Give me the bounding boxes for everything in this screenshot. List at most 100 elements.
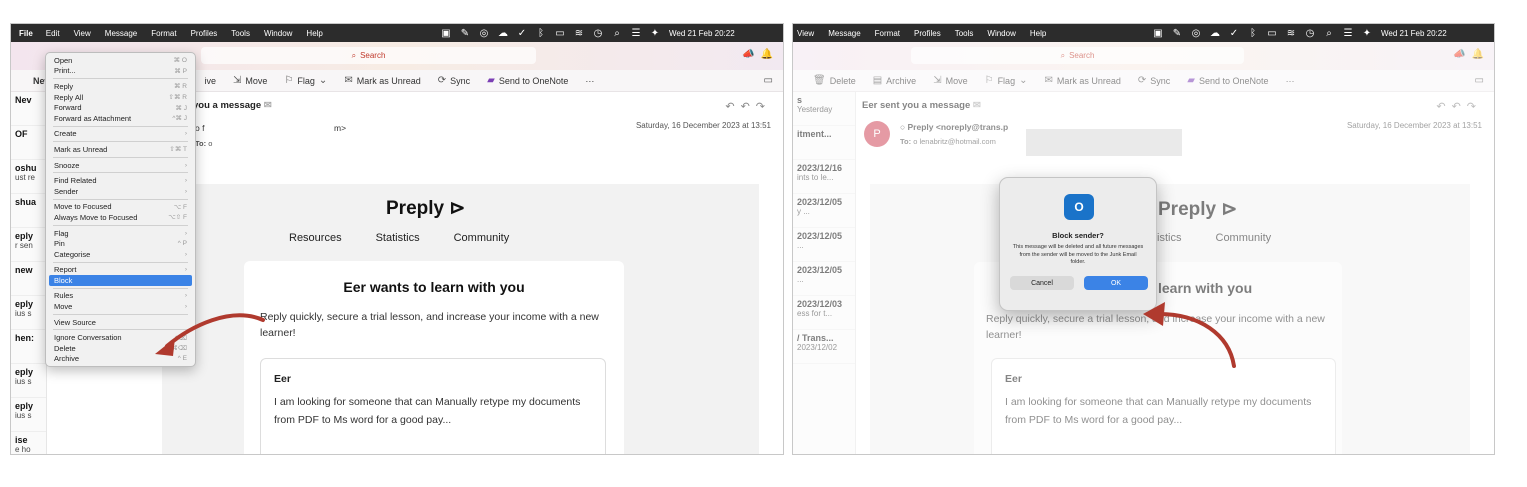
- profiles-menu[interactable]: Profiles: [907, 29, 948, 38]
- archive-button[interactable]: ive: [205, 76, 217, 86]
- menu-item-report[interactable]: Report ›: [49, 265, 192, 276]
- menu-item-view-source[interactable]: View Source: [49, 317, 192, 328]
- edit-menu[interactable]: Edit: [39, 29, 67, 38]
- list-item[interactable]: oshu ust re: [11, 160, 46, 194]
- forward-icon[interactable]: ↷: [756, 101, 771, 113]
- search-icon[interactable]: ⌕: [612, 28, 622, 39]
- window-menu[interactable]: Window: [257, 29, 299, 38]
- menu-item-categorise[interactable]: Categorise ›: [49, 249, 192, 260]
- cancel-button[interactable]: Cancel: [1010, 276, 1074, 290]
- menu-item-rules[interactable]: Rules ›: [49, 291, 192, 302]
- menu-item-print[interactable]: Print... ⌘ P: [49, 66, 192, 77]
- profiles-menu[interactable]: Profiles: [184, 29, 225, 38]
- menu-item-mark-as-unread[interactable]: Mark as Unread ⇧⌘ T: [49, 144, 192, 155]
- help-menu[interactable]: Help: [299, 29, 329, 38]
- wifi-icon[interactable]: ≋: [574, 28, 584, 39]
- flag-button[interactable]: ⚐ Flag ⌄: [284, 75, 327, 86]
- sidebar-toggle-icon[interactable]: ▭: [764, 75, 773, 86]
- file-menu[interactable]: File: [11, 29, 39, 38]
- nav-resources[interactable]: Resources: [289, 232, 342, 244]
- mark-unread-button[interactable]: ✉ Mark as Unread: [344, 75, 420, 86]
- list-item[interactable]: ise e ho: [11, 432, 46, 454]
- left-screenshot: File Edit View Message Format Profiles T…: [10, 23, 784, 455]
- reply-icon[interactable]: ↶: [725, 101, 740, 113]
- window-menu[interactable]: Window: [980, 29, 1022, 38]
- menu-item-pin[interactable]: Pin ^ P: [49, 238, 192, 249]
- menu-item-block[interactable]: Block: [49, 275, 192, 286]
- list-item[interactable]: Nev: [11, 92, 46, 126]
- creative-cloud-icon[interactable]: ◎: [479, 28, 489, 39]
- nav-community[interactable]: Community: [454, 232, 510, 244]
- menu-item-forward[interactable]: Forward ⌘ J: [49, 102, 192, 113]
- message-menu[interactable]: Message: [821, 29, 867, 38]
- check-icon[interactable]: ✓: [1229, 28, 1239, 39]
- menu-item-delete[interactable]: Delete ⌘⌫: [49, 343, 192, 354]
- block-sender-dialog: O Block sender? This message will be del…: [999, 177, 1157, 311]
- search-icon[interactable]: ⌕: [1324, 28, 1334, 39]
- list-item[interactable]: hen:: [11, 330, 46, 364]
- cloud-icon[interactable]: ☁: [1210, 28, 1220, 39]
- move-button[interactable]: ⇲ Move: [233, 75, 267, 86]
- list-item[interactable]: eply r sen: [11, 228, 46, 262]
- menu-item-open[interactable]: Open ⌘ O: [49, 55, 192, 66]
- list-item[interactable]: eply ius s: [11, 398, 46, 432]
- onenote-button[interactable]: ▰ Send to OneNote: [487, 75, 568, 86]
- control-center-icon[interactable]: ☰: [631, 28, 641, 39]
- menu-item-sender[interactable]: Sender ›: [49, 186, 192, 197]
- list-item[interactable]: new: [11, 262, 46, 296]
- cloud-icon[interactable]: ☁: [498, 28, 508, 39]
- list-item[interactable]: eply ius s: [11, 364, 46, 398]
- pen-icon[interactable]: ✎: [1172, 28, 1182, 39]
- menu-item-snooze[interactable]: Snooze ›: [49, 160, 192, 171]
- siri-icon[interactable]: ✦: [1362, 28, 1372, 39]
- search-bar[interactable]: ⌕ Search: [201, 47, 536, 64]
- view-menu[interactable]: View: [793, 29, 821, 38]
- sync-button[interactable]: ⟳ Sync: [438, 75, 470, 86]
- ok-button[interactable]: OK: [1084, 276, 1148, 290]
- view-menu[interactable]: View: [67, 29, 98, 38]
- format-menu[interactable]: Format: [868, 29, 907, 38]
- menu-item-reply[interactable]: Reply ⌘ R: [49, 81, 192, 92]
- wifi-icon[interactable]: ≋: [1286, 28, 1296, 39]
- status-icons: ▣ ✎ ◎ ☁ ✓ ᛒ ▭ ≋ ◷ ⌕ ☰ ✦ Wed 21 Feb 20:22: [1153, 24, 1446, 42]
- search-icon: ⌕: [351, 50, 357, 60]
- tools-menu[interactable]: Tools: [224, 29, 257, 38]
- menu-item-ignore-conversation[interactable]: Ignore Conversation ^⌫: [49, 332, 192, 343]
- creative-cloud-icon[interactable]: ◎: [1191, 28, 1201, 39]
- screen-icon[interactable]: ▣: [441, 28, 451, 39]
- menu-item-label: Mark as Unread: [54, 144, 108, 154]
- menu-item-forward-as-attachment[interactable]: Forward as Attachment ^⌘ J: [49, 113, 192, 124]
- siri-icon[interactable]: ✦: [650, 28, 660, 39]
- menu-item-find-related[interactable]: Find Related ›: [49, 175, 192, 186]
- bell-icon[interactable]: 🔔: [761, 49, 773, 60]
- clock-icon[interactable]: ◷: [1305, 28, 1315, 39]
- screen-icon[interactable]: ▣: [1153, 28, 1163, 39]
- more-button[interactable]: ···: [585, 76, 594, 86]
- help-menu[interactable]: Help: [1023, 29, 1053, 38]
- clock-icon[interactable]: ◷: [593, 28, 603, 39]
- list-item[interactable]: eply ius s: [11, 296, 46, 330]
- menu-item-always-move-to-focused[interactable]: Always Move to Focused ⌥⇧ F: [49, 212, 192, 223]
- bluetooth-icon[interactable]: ᛒ: [536, 28, 546, 39]
- message-menu[interactable]: Message: [98, 29, 144, 38]
- battery-icon[interactable]: ▭: [555, 28, 565, 39]
- megaphone-icon[interactable]: 📣: [742, 49, 754, 60]
- battery-icon[interactable]: ▭: [1267, 28, 1277, 39]
- list-item[interactable]: OF: [11, 126, 46, 160]
- menu-item-flag[interactable]: Flag ›: [49, 228, 192, 239]
- control-center-icon[interactable]: ☰: [1343, 28, 1353, 39]
- list-item[interactable]: shua: [11, 194, 46, 228]
- check-icon[interactable]: ✓: [517, 28, 527, 39]
- nav-statistics[interactable]: Statistics: [376, 232, 420, 244]
- message-list[interactable]: Nev OF oshu ust re shua eply r sen new eply ius s…: [11, 92, 47, 454]
- menu-item-archive[interactable]: Archive ^ E: [49, 354, 192, 365]
- menu-item-move-to-focused[interactable]: Move to Focused ⌥ F: [49, 202, 192, 213]
- menu-item-create[interactable]: Create ›: [49, 129, 192, 140]
- format-menu[interactable]: Format: [144, 29, 183, 38]
- tools-menu[interactable]: Tools: [948, 29, 981, 38]
- menu-item-move[interactable]: Move ›: [49, 301, 192, 312]
- bluetooth-icon[interactable]: ᛒ: [1248, 28, 1258, 39]
- pen-icon[interactable]: ✎: [460, 28, 470, 39]
- menu-item-reply-all[interactable]: Reply All ⇧⌘ R: [49, 92, 192, 103]
- reply-all-icon[interactable]: ↶: [741, 101, 756, 113]
